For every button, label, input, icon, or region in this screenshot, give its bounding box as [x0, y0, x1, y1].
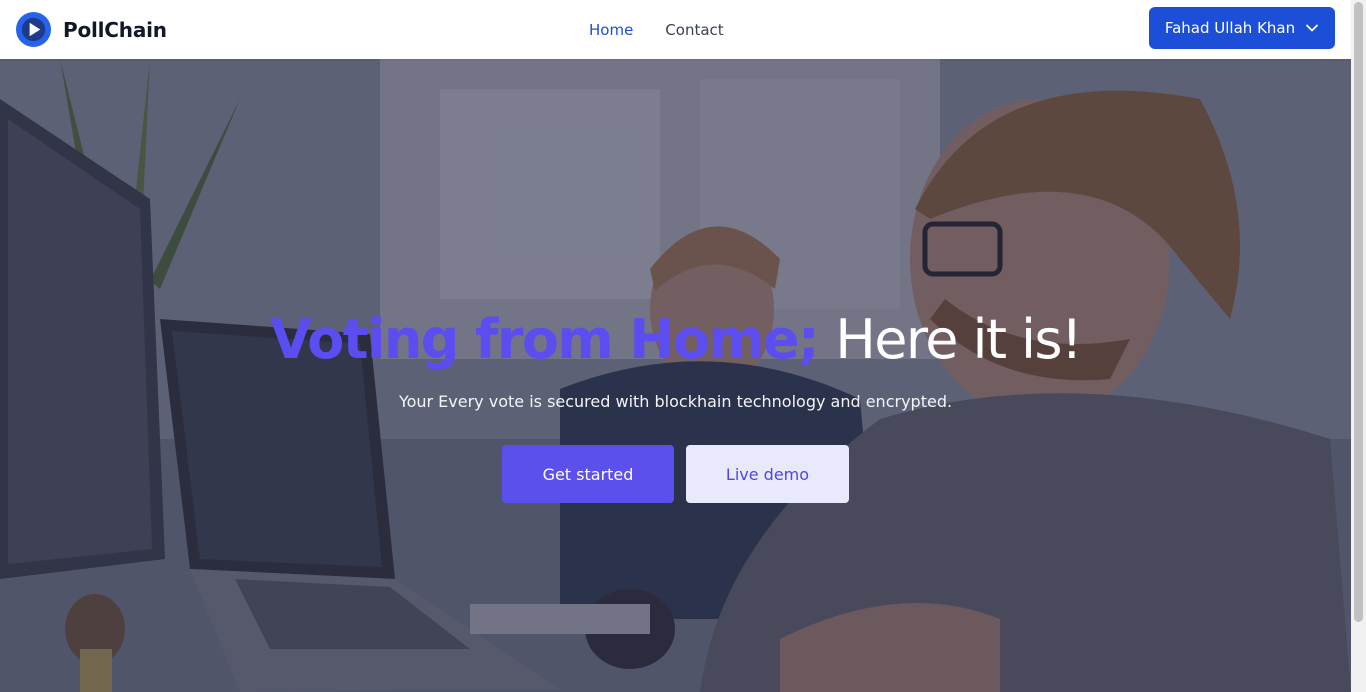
scrollbar-thumb[interactable]	[1354, 2, 1363, 622]
brand-name: PollChain	[63, 17, 167, 42]
hero-title-plain: Here it is!	[835, 308, 1082, 371]
nav-links: Home Contact	[589, 0, 724, 59]
chevron-down-icon	[1306, 24, 1319, 32]
user-menu-button[interactable]: Fahad Ullah Khan	[1149, 7, 1335, 49]
hero-actions: Get started Live demo	[0, 445, 1351, 503]
hero-title-accent: Voting from Home;	[270, 308, 820, 371]
hero-content: Voting from Home; Here it is! Your Every…	[0, 304, 1351, 503]
nav-link-contact[interactable]: Contact	[665, 21, 723, 39]
user-menu-label: Fahad Ullah Khan	[1164, 19, 1296, 37]
brand-link[interactable]: PollChain	[16, 12, 167, 47]
page-scrollbar[interactable]	[1351, 0, 1366, 692]
get-started-button[interactable]: Get started	[502, 445, 674, 503]
play-circle-icon	[16, 12, 51, 47]
live-demo-button[interactable]: Live demo	[686, 445, 849, 503]
hero-title: Voting from Home; Here it is!	[0, 304, 1351, 376]
hero-subtitle: Your Every vote is secured with blockhai…	[398, 392, 953, 411]
hero-section: Voting from Home; Here it is! Your Every…	[0, 59, 1351, 692]
navbar: PollChain Home Contact Fahad Ullah Khan	[0, 0, 1351, 59]
nav-link-home[interactable]: Home	[589, 21, 633, 39]
